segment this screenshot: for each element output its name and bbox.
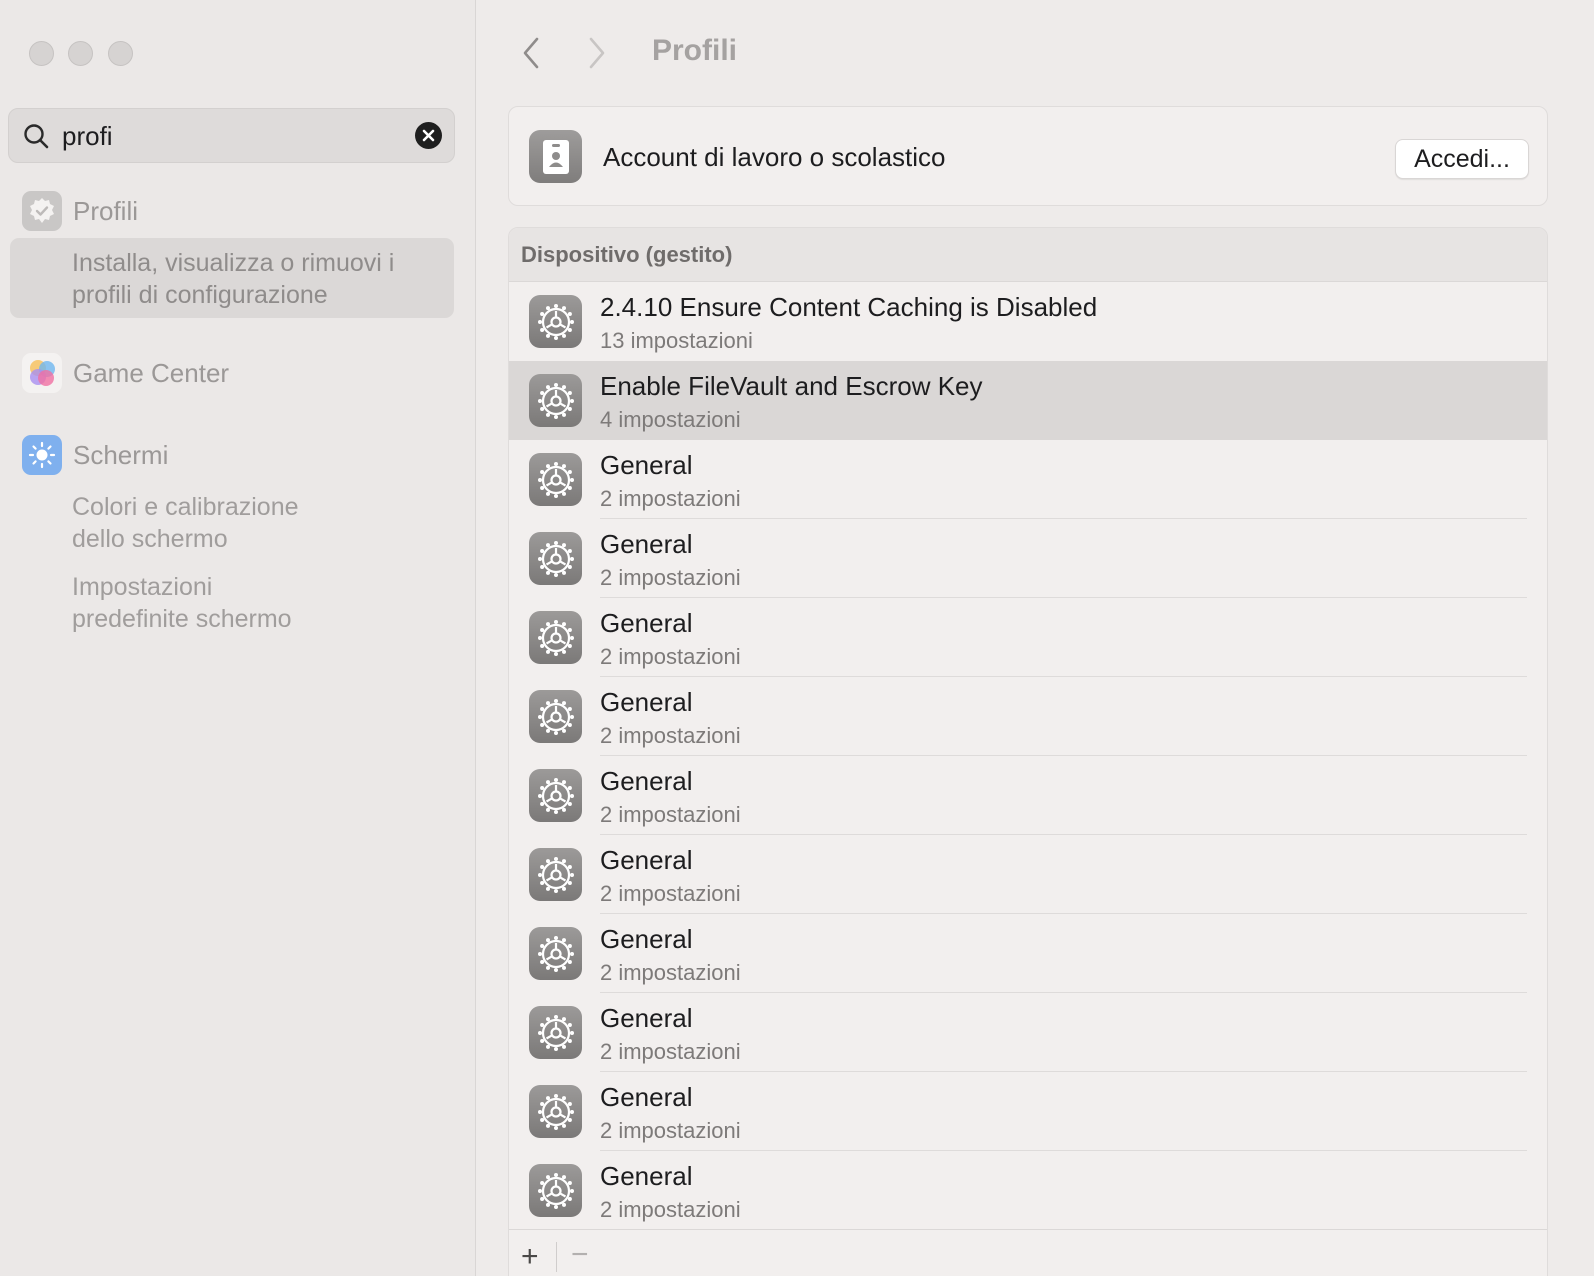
profile-row[interactable]: General 2 impostazioni bbox=[509, 756, 1547, 835]
profile-settings-count: 2 impostazioni bbox=[600, 723, 741, 748]
profile-title: General bbox=[600, 924, 693, 954]
profile-title: General bbox=[600, 687, 693, 717]
search-result-profili-line1: Installa, visualizza o rimuovi i bbox=[72, 249, 395, 277]
search-result-impostazioni-line2: predefinite schermo bbox=[72, 605, 292, 633]
profile-settings-count: 2 impostazioni bbox=[600, 486, 741, 511]
close-window-button[interactable] bbox=[29, 41, 54, 66]
search-result-impostazioni-line1: Impostazioni bbox=[72, 573, 213, 601]
profile-settings-count: 2 impostazioni bbox=[600, 960, 741, 985]
profile-title: General bbox=[600, 845, 693, 875]
gear-icon bbox=[529, 374, 582, 427]
main-pane: Profili Account di lavoro o scolastico A… bbox=[476, 0, 1594, 1276]
profile-row[interactable]: General 2 impostazioni bbox=[509, 993, 1547, 1072]
display-brightness-icon bbox=[22, 435, 62, 475]
search-icon bbox=[23, 123, 49, 154]
profile-title: General bbox=[600, 1003, 693, 1033]
zoom-window-button[interactable] bbox=[108, 41, 133, 66]
gear-icon bbox=[529, 611, 582, 664]
profile-title: General bbox=[600, 529, 693, 559]
profile-title: General bbox=[600, 450, 693, 480]
add-profile-button[interactable]: + bbox=[521, 1240, 539, 1274]
profile-settings-count: 2 impostazioni bbox=[600, 1197, 741, 1222]
profile-row[interactable]: General 2 impostazioni bbox=[509, 519, 1547, 598]
search-result-profili-line2: profili di configurazione bbox=[72, 281, 328, 309]
back-chevron-icon[interactable] bbox=[520, 36, 542, 75]
profile-settings-count: 2 impostazioni bbox=[600, 881, 741, 906]
profile-title: General bbox=[600, 1161, 693, 1191]
sidebar-item-label: Profili bbox=[73, 195, 139, 226]
profile-row[interactable]: General 2 impostazioni bbox=[509, 914, 1547, 993]
minimize-window-button[interactable] bbox=[68, 41, 93, 66]
profile-settings-count: 2 impostazioni bbox=[600, 802, 741, 827]
page-title: Profili bbox=[652, 34, 738, 67]
search-input[interactable]: profi bbox=[62, 121, 113, 152]
sidebar-item-label: Game Center bbox=[73, 357, 230, 388]
profiles-list: Dispositivo (gestito) 2.4.10 Ensure Cont… bbox=[508, 227, 1548, 1276]
profile-settings-count: 13 impostazioni bbox=[600, 328, 753, 353]
game-center-icon bbox=[22, 353, 62, 393]
profile-settings-count: 2 impostazioni bbox=[600, 1118, 741, 1143]
gear-icon bbox=[529, 769, 582, 822]
section-header-label: Dispositivo (gestito) bbox=[521, 242, 733, 267]
search-field[interactable]: profi bbox=[8, 108, 455, 163]
gear-icon bbox=[529, 927, 582, 980]
account-label: Account di lavoro o scolastico bbox=[603, 142, 946, 172]
list-footer: + − bbox=[509, 1229, 1547, 1276]
forward-chevron-icon[interactable] bbox=[586, 36, 608, 75]
sign-in-button[interactable]: Accedi... bbox=[1395, 139, 1529, 179]
gear-icon bbox=[529, 848, 582, 901]
profile-title: General bbox=[600, 608, 693, 638]
profile-row[interactable]: General 2 impostazioni bbox=[509, 835, 1547, 914]
settings-window: profi Profili Installa, visualizza o rim… bbox=[0, 0, 1594, 1276]
profile-badge-icon bbox=[22, 191, 62, 231]
gear-icon bbox=[529, 295, 582, 348]
profile-settings-count: 2 impostazioni bbox=[600, 565, 741, 590]
sidebar-item-game-center[interactable]: Game Center bbox=[22, 353, 229, 393]
clear-search-icon[interactable] bbox=[415, 122, 442, 149]
search-result-colori-line1: Colori e calibrazione bbox=[72, 493, 299, 521]
gear-icon bbox=[529, 532, 582, 585]
profile-title: 2.4.10 Ensure Content Caching is Disable… bbox=[600, 292, 1098, 322]
sidebar-item-label: Schermi bbox=[73, 439, 169, 470]
gear-icon bbox=[529, 1164, 582, 1217]
profile-row[interactable]: Enable FileVault and Escrow Key 4 imposta… bbox=[509, 361, 1547, 440]
profile-row[interactable]: General 2 impostazioni bbox=[509, 598, 1547, 677]
profile-settings-count: 4 impostazioni bbox=[600, 407, 741, 432]
profile-row[interactable]: General 2 impostazioni bbox=[509, 440, 1547, 519]
sidebar: profi Profili Installa, visualizza o rim… bbox=[0, 0, 476, 1276]
profile-title: Enable FileVault and Escrow Key bbox=[600, 371, 983, 401]
sidebar-item-profili[interactable]: Profili bbox=[22, 191, 138, 231]
footer-divider bbox=[556, 1242, 557, 1272]
gear-icon bbox=[529, 1006, 582, 1059]
account-card: Account di lavoro o scolastico Accedi... bbox=[508, 106, 1548, 206]
profile-row[interactable]: 2.4.10 Ensure Content Caching is Disable… bbox=[509, 282, 1547, 361]
gear-icon bbox=[529, 1085, 582, 1138]
gear-icon bbox=[529, 690, 582, 743]
profile-title: General bbox=[600, 766, 693, 796]
gear-icon bbox=[529, 453, 582, 506]
profile-settings-count: 2 impostazioni bbox=[600, 644, 741, 669]
profile-settings-count: 2 impostazioni bbox=[600, 1039, 741, 1064]
profile-row[interactable]: General 2 impostazioni bbox=[509, 677, 1547, 756]
profile-row[interactable]: General 2 impostazioni bbox=[509, 1151, 1547, 1230]
profile-title: General bbox=[600, 1082, 693, 1112]
id-badge-icon bbox=[529, 130, 582, 183]
search-result-colori-line2: dello schermo bbox=[72, 525, 228, 553]
remove-profile-button[interactable]: − bbox=[571, 1238, 589, 1272]
profile-row[interactable]: General 2 impostazioni bbox=[509, 1072, 1547, 1151]
section-header: Dispositivo (gestito) bbox=[509, 228, 1547, 282]
sidebar-item-schermi[interactable]: Schermi bbox=[22, 435, 168, 475]
